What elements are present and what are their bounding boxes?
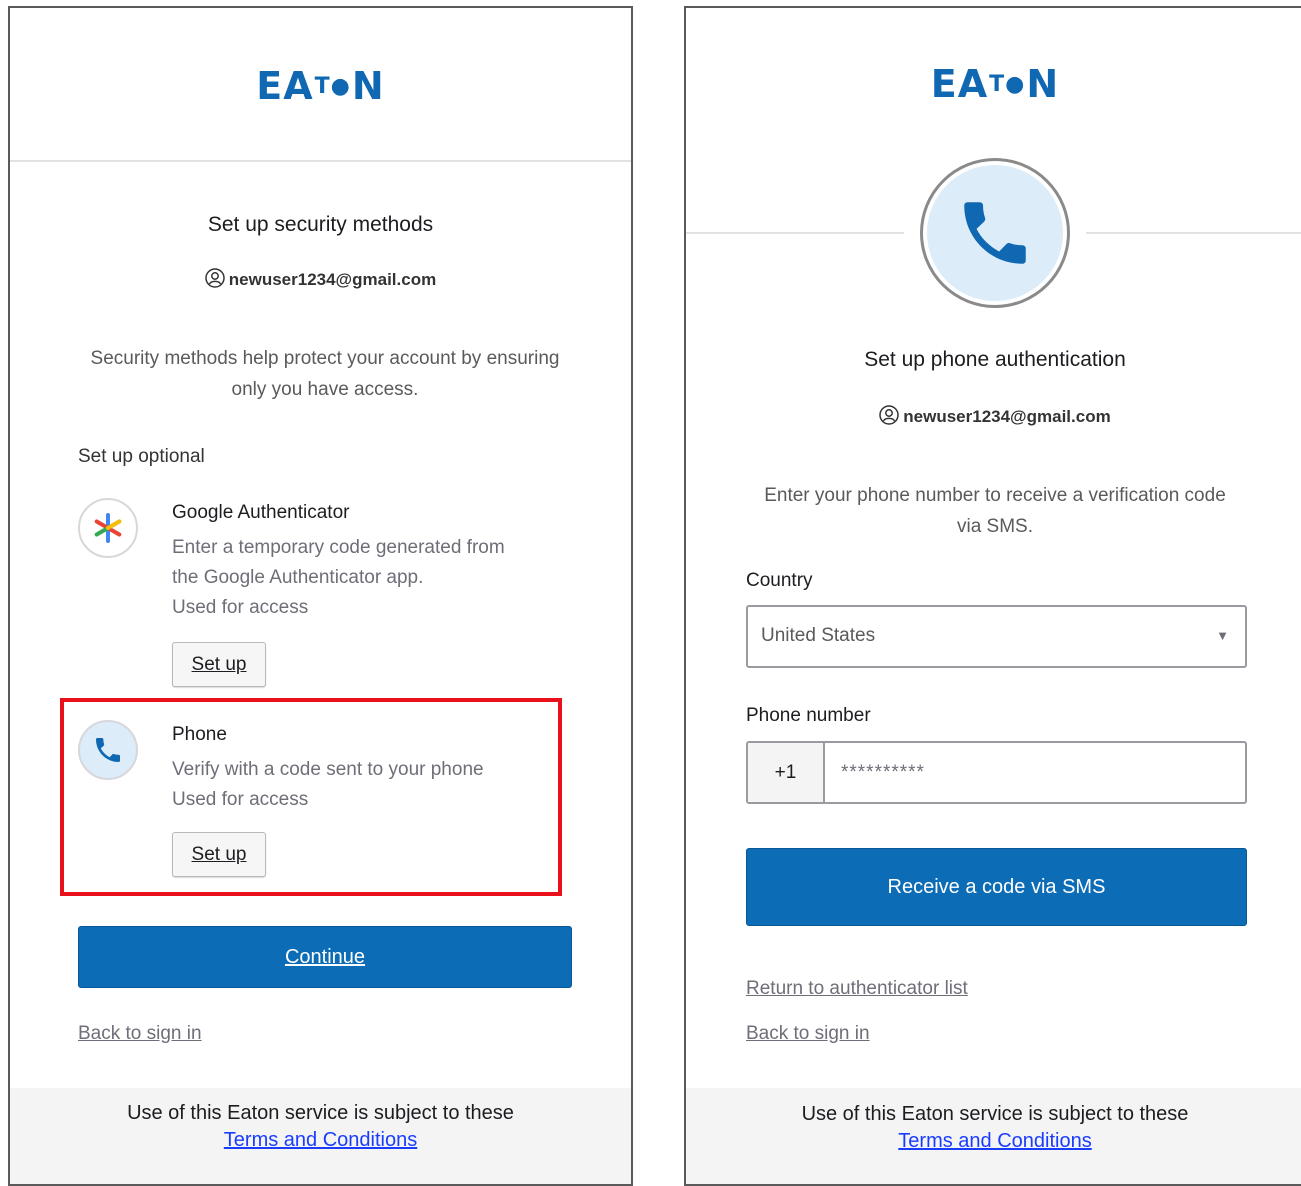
- phone-badge-inner: [927, 165, 1063, 301]
- country-code: +1: [748, 743, 825, 802]
- method-usage: Used for access: [172, 597, 309, 618]
- user-identifier: newuser1234@gmail.com: [10, 268, 631, 290]
- country-select-value: United States: [761, 625, 876, 646]
- phone-number-group: +1 **********: [746, 741, 1247, 804]
- footer: Use of this Eaton service is subject to …: [686, 1088, 1301, 1184]
- method-usage: Used for access: [172, 789, 309, 810]
- method-description-google-authenticator: Enter a temporary code generated from th…: [172, 533, 505, 623]
- eaton-logo: EAT●N: [10, 64, 631, 108]
- phone-badge: [920, 158, 1070, 308]
- receive-sms-code-button[interactable]: Receive a code via SMS: [746, 848, 1247, 926]
- country-select[interactable]: United States ▼: [746, 605, 1247, 668]
- user-icon: [205, 268, 225, 288]
- logo-text-start: EA: [930, 62, 989, 106]
- logo-text-end: N: [1026, 62, 1060, 106]
- phone-number-input[interactable]: **********: [841, 762, 925, 784]
- user-email: newuser1234@gmail.com: [228, 270, 437, 289]
- security-methods-panel: EAT●N Set up security methods newuser123…: [8, 6, 633, 1186]
- back-to-sign-in-link[interactable]: Back to sign in: [78, 1023, 202, 1045]
- method-title-phone: Phone: [172, 724, 227, 745]
- setup-google-authenticator-button[interactable]: Set up: [172, 642, 266, 687]
- logo-text-end: N: [351, 64, 385, 108]
- footer: Use of this Eaton service is subject to …: [10, 1088, 631, 1184]
- terms-and-conditions-link[interactable]: Terms and Conditions: [686, 1130, 1301, 1153]
- logo-text-start: EA: [256, 64, 314, 108]
- method-description-line: Enter a temporary code generated from: [172, 537, 505, 558]
- page-description: Security methods help protect your accou…: [90, 348, 560, 400]
- header-divider-right: [1086, 232, 1301, 234]
- user-icon: [879, 405, 900, 425]
- user-email: newuser1234@gmail.com: [903, 407, 1111, 426]
- header-divider: [10, 160, 631, 162]
- page-title: Set up phone authentication: [864, 348, 1126, 371]
- eaton-logo: EAT●N: [686, 62, 1301, 106]
- setup-phone-button[interactable]: Set up: [172, 832, 266, 877]
- google-asterisk-icon: [94, 513, 122, 543]
- footer-text: Use of this Eaton service is subject to …: [127, 1102, 514, 1124]
- user-identifier: newuser1234@gmail.com: [686, 405, 1301, 427]
- back-to-sign-in-link[interactable]: Back to sign in: [746, 1023, 870, 1045]
- phone-icon: [96, 738, 120, 762]
- chevron-down-icon: ▼: [1216, 628, 1229, 643]
- method-description-line: Verify with a code sent to your phone: [172, 759, 484, 780]
- phone-number-label: Phone number: [746, 705, 871, 726]
- phone-method-icon: [78, 720, 138, 780]
- phone-icon: [964, 202, 1026, 264]
- method-title-google-authenticator: Google Authenticator: [172, 502, 350, 523]
- phone-authentication-panel: EAT●N Set up phone authentication newuse…: [684, 6, 1301, 1186]
- google-authenticator-icon: [78, 498, 138, 558]
- method-description-line: the Google Authenticator app.: [172, 567, 424, 588]
- page-title: Set up security methods: [207, 213, 434, 236]
- logo-dot: T●: [989, 72, 1026, 97]
- section-label: Set up optional: [78, 446, 205, 467]
- return-to-authenticator-list-link[interactable]: Return to authenticator list: [746, 978, 968, 1000]
- continue-button[interactable]: Continue: [78, 926, 572, 988]
- method-description-phone: Verify with a code sent to your phone Us…: [172, 755, 484, 815]
- terms-and-conditions-link[interactable]: Terms and Conditions: [10, 1129, 631, 1152]
- footer-text: Use of this Eaton service is subject to …: [801, 1103, 1189, 1125]
- page-description: Enter your phone number to receive a ver…: [764, 485, 1226, 537]
- header-divider-left: [686, 232, 904, 234]
- country-label: Country: [746, 570, 813, 591]
- logo-dot: T●: [314, 74, 351, 99]
